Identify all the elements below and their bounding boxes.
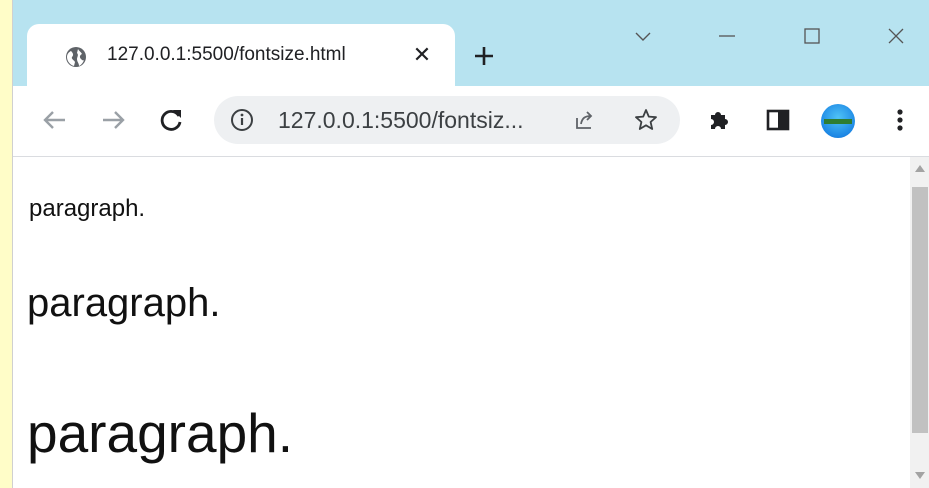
kebab-menu-icon[interactable] [884,104,916,136]
side-panel-icon[interactable] [762,104,794,136]
tab-title: 127.0.0.1:5500/fontsize.html [107,44,346,65]
paragraph-small: paragraph. [29,195,146,222]
reload-icon[interactable] [155,104,187,136]
url-text[interactable]: 127.0.0.1:5500/fontsiz... [278,107,524,134]
tab-strip: 127.0.0.1:5500/fontsize.html ✕ [13,0,929,86]
active-tab[interactable]: 127.0.0.1:5500/fontsize.html ✕ [27,24,455,86]
address-bar[interactable]: 127.0.0.1:5500/fontsiz... [214,96,680,144]
maximize-icon[interactable] [798,22,826,50]
close-icon[interactable] [882,22,910,50]
scroll-down-arrow-icon[interactable] [915,472,925,479]
puzzle-icon[interactable] [703,104,735,136]
globe-icon [65,46,87,68]
new-tab-button[interactable] [470,42,498,70]
page-content: paragraph. paragraph. paragraph. [13,157,910,488]
minimize-icon[interactable] [713,22,741,50]
vertical-scrollbar[interactable] [910,157,929,488]
scroll-up-arrow-icon[interactable] [915,165,925,172]
tab-close-button[interactable]: ✕ [411,44,433,66]
scrollbar-thumb[interactable] [912,187,928,433]
forward-arrow-icon[interactable] [97,104,129,136]
star-icon[interactable] [632,106,660,134]
info-icon[interactable] [230,108,254,132]
back-arrow-icon[interactable] [39,104,71,136]
avatar-image [824,119,852,124]
browser-window: 127.0.0.1:5500/fontsize.html ✕ 127.0.0.1… [12,0,929,488]
paragraph-large: paragraph. [27,402,294,464]
browser-toolbar: 127.0.0.1:5500/fontsiz... [13,86,929,157]
share-icon[interactable] [570,106,598,134]
chevron-down-icon[interactable] [629,22,657,50]
paragraph-medium: paragraph. [27,281,221,325]
avatar[interactable] [821,104,855,138]
